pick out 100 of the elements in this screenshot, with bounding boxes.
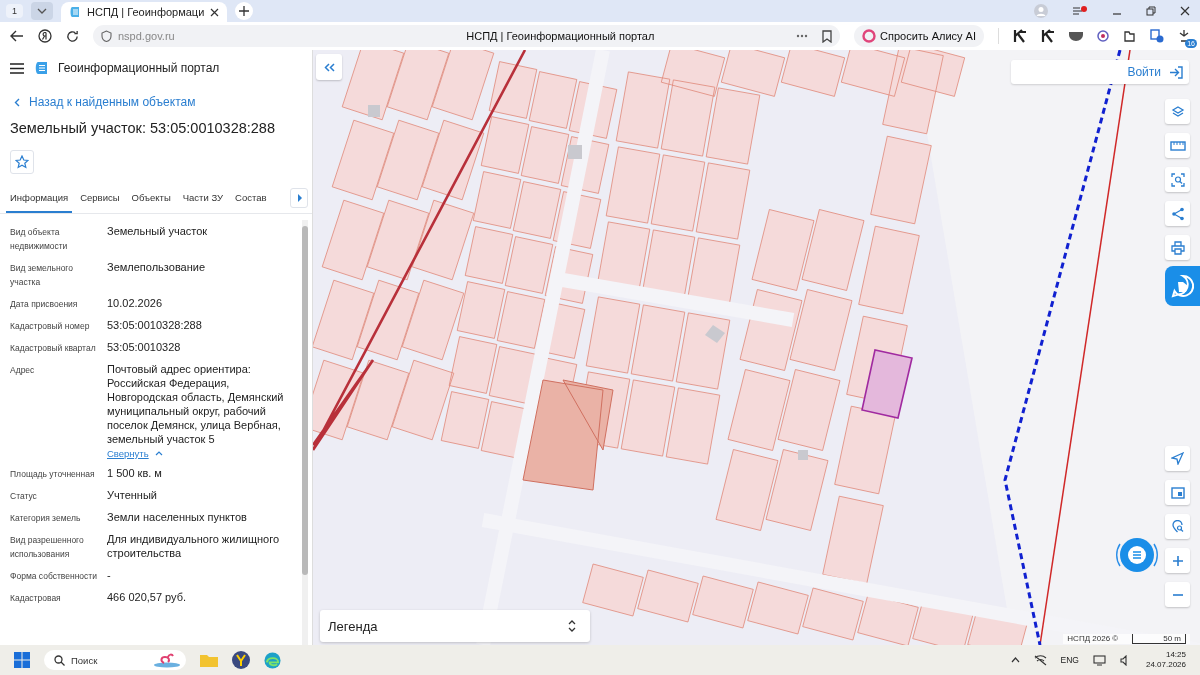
- tab[interactable]: Информация: [6, 183, 73, 213]
- attribution: НСПД 2026 ©: [1067, 634, 1119, 644]
- extension-icon[interactable]: [1013, 29, 1027, 43]
- edge-icon[interactable]: [264, 651, 281, 669]
- location-search-button[interactable]: [1165, 514, 1190, 539]
- more-icon[interactable]: [796, 34, 809, 38]
- close-icon[interactable]: [210, 7, 220, 17]
- sort-arrows-icon: [568, 620, 576, 632]
- property-value: 10.02.2026: [107, 296, 164, 310]
- login-button[interactable]: Войти: [1121, 65, 1189, 79]
- chevron-down-icon: [37, 8, 47, 14]
- property-label: Кадастровый номер: [10, 320, 91, 333]
- zoom-out-button[interactable]: [1165, 582, 1190, 607]
- chevron-right-icon: [296, 194, 302, 202]
- property-label: Вид разрешенного использования: [10, 534, 85, 561]
- scrollbar[interactable]: [302, 220, 308, 645]
- portal-title: Геоинформационный портал: [58, 61, 220, 75]
- chevron-up-icon: [154, 451, 163, 456]
- share-button[interactable]: [1165, 201, 1190, 226]
- tab[interactable]: Состав: [231, 183, 271, 213]
- back-arrow-icon[interactable]: [10, 30, 24, 42]
- property-label: Статус: [10, 490, 38, 503]
- property-label: Категория земель: [10, 512, 82, 525]
- browser-icon[interactable]: [232, 651, 250, 669]
- minimap-icon: [1170, 486, 1185, 499]
- browser-logo-icon[interactable]: [38, 29, 52, 43]
- restore-icon[interactable]: [1146, 6, 1156, 16]
- property-label: Вид объекта недвижимости: [10, 226, 69, 253]
- tab-counter[interactable]: 1: [6, 4, 23, 18]
- tab[interactable]: Части ЗУ: [178, 183, 228, 213]
- area-search-button[interactable]: [1165, 167, 1190, 192]
- property-label: Кадастровый квартал: [10, 342, 97, 355]
- property-value: Для индивидуального жилищного строительства: [107, 532, 281, 560]
- legend-dropdown[interactable]: Легенда: [320, 610, 590, 642]
- property-value: -: [107, 568, 112, 582]
- language-indicator[interactable]: ENG: [1060, 655, 1079, 665]
- zoom-in-button[interactable]: [1165, 548, 1190, 573]
- ask-alice-button[interactable]: Спросить Алису AI: [854, 25, 984, 47]
- collapse-panel-button[interactable]: [316, 54, 342, 80]
- portal-logo-icon: [34, 61, 48, 75]
- navigation-arrow-icon: [1171, 452, 1184, 465]
- flamingo-icon: [152, 652, 182, 668]
- property-value: 466 020,57 руб.: [107, 590, 188, 604]
- extension-icon[interactable]: [1123, 29, 1136, 43]
- extension-icon[interactable]: [1041, 29, 1055, 43]
- printer-icon: [1170, 240, 1185, 255]
- chevron-up-icon[interactable]: [1010, 657, 1020, 663]
- back-link[interactable]: Назад к найденным объектам: [14, 95, 196, 109]
- property-value: 1 500 кв. м: [107, 466, 163, 480]
- property-label: Вид земельного участка: [10, 262, 74, 289]
- menu-icon[interactable]: [10, 62, 24, 74]
- clock-date[interactable]: 24.07.2026: [1145, 660, 1186, 670]
- share-icon: [1170, 206, 1185, 221]
- ruler-button[interactable]: [1165, 133, 1190, 158]
- login-icon: [1169, 65, 1183, 79]
- network-off-icon[interactable]: [1033, 654, 1047, 666]
- property-value: 53:05:0010328:288: [107, 318, 203, 332]
- tab-list-button[interactable]: [31, 2, 53, 20]
- reload-icon[interactable]: [66, 29, 79, 43]
- favorite-button[interactable]: [10, 150, 34, 174]
- minimap-button[interactable]: [1165, 480, 1190, 505]
- property-label: Площадь уточненная: [10, 468, 96, 481]
- search-field[interactable]: Поиск: [44, 650, 186, 670]
- extension-icon[interactable]: [1069, 31, 1083, 41]
- bookmark-icon[interactable]: [822, 29, 833, 43]
- scale-bar: 50 m: [1132, 634, 1186, 644]
- windows-start-icon[interactable]: [14, 652, 30, 668]
- tab[interactable]: Сервисы: [76, 183, 124, 213]
- navigate-button[interactable]: [1165, 446, 1190, 471]
- chevron-left-icon: [14, 97, 20, 107]
- collapse-link[interactable]: Свернуть: [107, 448, 163, 459]
- double-chevron-left-icon: [323, 62, 335, 72]
- print-button[interactable]: [1165, 235, 1190, 260]
- frame-search-icon: [1170, 172, 1185, 187]
- close-icon[interactable]: [1180, 6, 1190, 16]
- extension-icon[interactable]: [1178, 29, 1190, 43]
- page-title: НСПД | Геоинформационный портал: [465, 30, 656, 42]
- address-field[interactable]: nspd.gov.ru НСПД | Геоинформационный портал: [93, 25, 841, 47]
- property-label: Адрес: [10, 364, 36, 377]
- panel-toggle-button[interactable]: [1165, 266, 1200, 306]
- property-value: Почтовый адрес ориентира: Российская Федерация, Новгородская область, Демянский муниципальный округ, рабочий поселок Демянск, улица Вербная, земельный участок 5: [107, 362, 285, 446]
- new-tab-button[interactable]: [235, 2, 254, 20]
- location-search-icon: [1171, 520, 1184, 533]
- site-logo-icon: [69, 6, 81, 18]
- plus-icon: [239, 6, 250, 16]
- property-label: Форма собственности: [10, 570, 97, 583]
- layers-button[interactable]: [1165, 99, 1190, 124]
- url-text: nspd.gov.ru: [118, 30, 175, 42]
- object-title: Земельный участок: 53:05:0010328:288: [10, 120, 276, 136]
- layers-icon: [1170, 104, 1185, 119]
- next-tab-button[interactable]: [290, 188, 308, 208]
- plus-icon: [1171, 554, 1184, 567]
- browser-tab[interactable]: НСПД | Геоинформаци: [61, 2, 228, 22]
- tab[interactable]: Объекты: [127, 183, 175, 213]
- property-value: Земельный участок: [107, 224, 209, 238]
- monitor-icon[interactable]: [1092, 654, 1106, 666]
- search-icon: [54, 654, 65, 666]
- clock-time[interactable]: 14:25: [1165, 650, 1186, 660]
- property-value: Учтенный: [107, 488, 158, 502]
- chat-bubble-icon: [1170, 274, 1195, 298]
